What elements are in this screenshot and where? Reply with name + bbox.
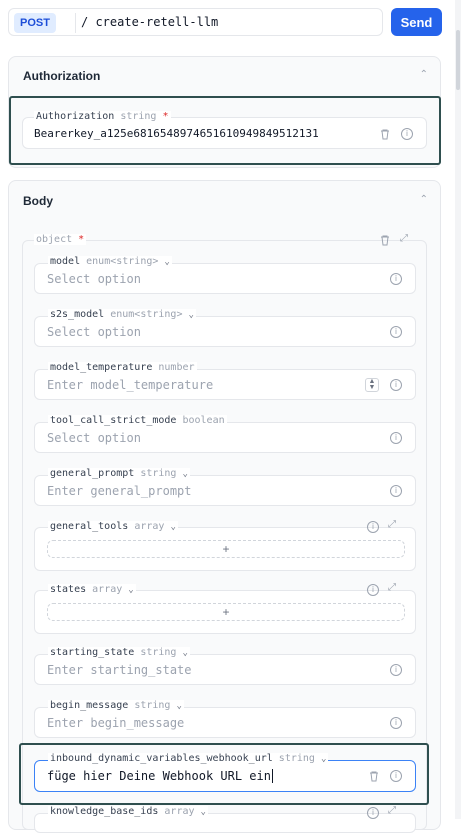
field-general-tools: + [34, 527, 416, 571]
chevron-down-icon: ⌄ [128, 585, 134, 595]
tool-call-strict-mode-select[interactable]: Select option [47, 431, 141, 445]
info-icon[interactable]: i [367, 521, 379, 533]
general-prompt-label: general_prompt string ⌄ [48, 468, 190, 479]
field-states: + [34, 590, 416, 634]
s2s-model-select[interactable]: Select option [47, 325, 141, 339]
chevron-up-icon[interactable]: ⌃ [420, 69, 428, 80]
field-starting-state[interactable]: Enter starting_state i [34, 654, 416, 685]
chevron-down-icon: ⌄ [188, 310, 194, 320]
add-general-tools-button[interactable]: + [47, 540, 405, 558]
knowledge-base-ids-label: knowledge_base_ids array ⌄ [48, 806, 208, 817]
info-icon[interactable]: i [390, 432, 402, 444]
field-begin-message[interactable]: Enter begin_message i [34, 707, 416, 738]
field-s2s-model[interactable]: Select option i [34, 316, 416, 347]
chevron-up-icon[interactable]: ⌃ [420, 194, 428, 205]
info-icon[interactable]: i [390, 273, 402, 285]
starting-state-label: starting_state string ⌄ [48, 647, 190, 658]
chevron-down-icon: ⌄ [182, 469, 188, 479]
field-general-prompt[interactable]: Enter general_prompt i [34, 475, 416, 506]
url-bar: POST / create-retell-llm [8, 8, 383, 36]
s2s-model-label: s2s_model enum<string> ⌄ [48, 309, 196, 320]
states-label: states array ⌄ [48, 584, 136, 595]
collapse-icon[interactable]: ⤢ [388, 805, 396, 816]
info-icon[interactable]: i [367, 807, 379, 819]
model-label: model enum<string> ⌄ [48, 256, 172, 267]
authorization-section-title: Authorization [23, 69, 101, 83]
chevron-down-icon: ⌄ [164, 257, 170, 267]
scrollbar-track[interactable] [455, 0, 461, 819]
highlight-authorization [9, 96, 441, 165]
info-icon[interactable]: i [390, 485, 402, 497]
collapse-icon[interactable]: ⤢ [400, 233, 408, 244]
collapse-icon[interactable]: ⤢ [388, 582, 396, 593]
chevron-down-icon: ⌄ [182, 648, 188, 658]
body-section-title: Body [23, 194, 53, 208]
tool-call-strict-mode-label: tool_call_strict_mode boolean [48, 415, 227, 426]
model-temperature-input[interactable]: Enter model_temperature [47, 378, 213, 392]
send-button[interactable]: Send [391, 8, 442, 36]
collapse-icon[interactable]: ⤢ [388, 519, 396, 530]
number-stepper-icon[interactable]: ▲ ▼ [365, 378, 379, 392]
info-icon[interactable]: i [390, 326, 402, 338]
model-select[interactable]: Select option [47, 272, 141, 286]
trash-icon[interactable] [379, 234, 391, 246]
info-icon[interactable]: i [390, 717, 402, 729]
info-icon[interactable]: i [390, 664, 402, 676]
object-label: object * [34, 234, 87, 245]
chevron-down-icon: ⌄ [170, 522, 176, 532]
starting-state-input[interactable]: Enter starting_state [47, 663, 192, 677]
chevron-down-icon: ⌄ [176, 701, 182, 711]
scrollbar-thumb[interactable] [456, 30, 460, 90]
field-model[interactable]: Select option i [34, 263, 416, 294]
begin-message-label: begin_message string ⌄ [48, 700, 184, 711]
endpoint-path: / create-retell-llm [81, 15, 219, 29]
highlight-webhook-url [19, 743, 429, 805]
field-model-temperature[interactable]: Enter model_temperature ▲ ▼ i [34, 369, 416, 400]
model-temperature-label: model_temperature number [48, 362, 197, 373]
general-tools-label: general_tools array ⌄ [48, 521, 178, 532]
info-icon[interactable]: i [367, 584, 379, 596]
chevron-down-icon: ⌄ [200, 807, 206, 817]
general-prompt-input[interactable]: Enter general_prompt [47, 484, 192, 498]
http-method-badge[interactable]: POST [14, 13, 56, 33]
field-tool-call-strict-mode[interactable]: Select option i [34, 422, 416, 453]
info-icon[interactable]: i [390, 379, 402, 391]
url-separator [75, 13, 76, 33]
add-states-button[interactable]: + [47, 603, 405, 621]
begin-message-input[interactable]: Enter begin_message [47, 716, 184, 730]
